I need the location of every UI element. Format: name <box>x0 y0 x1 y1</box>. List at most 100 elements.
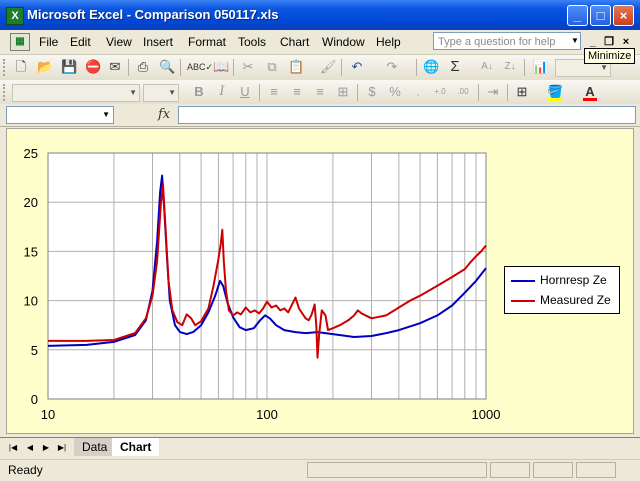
minimize-button[interactable]: _ <box>567 5 588 26</box>
currency-icon[interactable]: $ <box>364 84 380 100</box>
doc-close-button[interactable]: × <box>620 36 632 48</box>
toolbar-separator <box>180 59 181 76</box>
copy-icon[interactable]: ⧉ <box>264 59 280 75</box>
italic-icon[interactable]: I <box>214 84 230 100</box>
toolbar-separator <box>416 59 417 76</box>
align-center-icon[interactable]: ≡ <box>289 84 305 100</box>
decrease-decimal-icon[interactable]: .00 <box>455 84 471 100</box>
menu-help[interactable]: Help <box>376 35 401 49</box>
legend-entry: Hornresp Ze <box>511 273 607 287</box>
permission-icon[interactable]: ⛔ <box>85 59 101 75</box>
y-tick-label: 10 <box>24 294 38 309</box>
x-tick-label: 1000 <box>472 407 501 422</box>
doc-minimize-button[interactable]: _ <box>587 36 599 48</box>
excel-icon[interactable]: X <box>6 7 24 25</box>
merge-center-icon[interactable]: ⊞ <box>335 84 351 100</box>
toolbar-separator <box>128 59 129 76</box>
status-cell <box>490 462 530 478</box>
email-icon[interactable]: ✉ <box>107 59 123 75</box>
last-sheet-icon[interactable]: ▶| <box>56 442 68 454</box>
minimize-tooltip: Minimize <box>584 48 636 64</box>
align-right-icon[interactable]: ≡ <box>312 84 328 100</box>
research-icon[interactable]: 📖 <box>213 59 229 75</box>
sort-ascending-icon[interactable]: A↓ <box>479 59 495 75</box>
hyperlink-icon[interactable]: 🌐 <box>423 59 439 75</box>
format-painter-icon[interactable]: 🖌 <box>320 59 337 75</box>
bold-icon[interactable]: B <box>191 84 207 100</box>
increase-decimal-icon[interactable]: +.0 <box>432 84 448 100</box>
autosum-icon[interactable]: Σ <box>447 59 463 75</box>
menu-window[interactable]: Window <box>322 35 365 49</box>
font-size-combo[interactable]: ▼ <box>143 84 179 102</box>
comma-style-icon[interactable]: , <box>410 84 426 100</box>
fill-color-icon[interactable]: 🪣 <box>547 84 563 101</box>
toolbar-grip[interactable] <box>3 84 8 101</box>
font-name-combo[interactable]: ▼ <box>12 84 140 102</box>
fill-color-swatch <box>548 98 562 101</box>
paste-icon[interactable]: 📋 <box>288 59 304 75</box>
name-box[interactable]: ▼ <box>6 106 114 124</box>
status-cell <box>576 462 616 478</box>
spelling-icon[interactable]: ABC✓ <box>187 59 213 75</box>
indent-icon[interactable]: ⇥ <box>485 84 501 100</box>
align-left-icon[interactable]: ≡ <box>266 84 282 100</box>
borders-icon[interactable]: ⊞ <box>514 84 530 100</box>
title-bar: X Microsoft Excel - Comparison 050117.xl… <box>0 0 640 30</box>
formula-bar: ▼ fx <box>0 104 640 127</box>
chart-legend[interactable]: Hornresp Ze Measured Ze <box>504 266 620 314</box>
menu-file[interactable]: File <box>39 35 58 49</box>
menu-insert[interactable]: Insert <box>143 35 173 49</box>
formula-input[interactable] <box>178 106 636 124</box>
legend-entry: Measured Ze <box>511 293 611 307</box>
underline-icon[interactable]: U <box>237 84 253 100</box>
tab-chart[interactable]: Chart <box>112 438 160 456</box>
percent-icon[interactable]: % <box>387 84 403 100</box>
menu-format[interactable]: Format <box>188 35 226 49</box>
toolbar-separator <box>478 84 479 101</box>
close-button[interactable]: × <box>613 5 634 26</box>
legend-label: Hornresp Ze <box>540 273 607 287</box>
help-search-input[interactable]: Type a question for help <box>433 32 581 50</box>
toolbar-separator <box>259 84 260 101</box>
help-dropdown-icon[interactable]: ▼ <box>569 32 581 50</box>
tab-data[interactable]: Data <box>74 438 116 456</box>
legend-swatch <box>511 299 535 302</box>
next-sheet-icon[interactable]: ▶ <box>40 442 52 454</box>
sort-descending-icon[interactable]: Z↓ <box>502 59 518 75</box>
legend-swatch <box>511 279 535 282</box>
print-preview-icon[interactable]: 🔍 <box>159 59 175 75</box>
standard-toolbar: 🗋 📂 💾 ⛔ ✉ ⎙ 🔍 ABC✓ 📖 ✂ ⧉ 📋 🖌 ↶ ↷ 🌐 Σ A↓ … <box>0 55 640 81</box>
first-sheet-icon[interactable]: |◀ <box>7 442 19 454</box>
maximize-button[interactable]: □ <box>590 5 611 26</box>
open-icon[interactable]: 📂 <box>37 59 53 75</box>
sheet-tab-bar: |◀ ◀ ▶ ▶| Data Chart <box>0 437 640 458</box>
toolbar-separator <box>507 84 508 101</box>
font-color-icon[interactable]: A <box>582 84 598 101</box>
save-icon[interactable]: 💾 <box>61 59 77 75</box>
menu-edit[interactable]: Edit <box>70 35 91 49</box>
toolbar-separator <box>341 59 342 76</box>
new-icon[interactable]: 🗋 <box>13 59 29 75</box>
x-tick-label: 100 <box>256 407 278 422</box>
chart-wizard-icon[interactable]: 📊 <box>532 59 548 75</box>
undo-icon[interactable]: ↶ <box>349 59 365 75</box>
print-icon[interactable]: ⎙ <box>135 59 151 75</box>
toolbar-separator <box>524 59 525 76</box>
fx-icon[interactable]: fx <box>158 107 170 122</box>
x-tick-label: 10 <box>41 407 55 422</box>
cut-icon[interactable]: ✂ <box>240 59 256 75</box>
redo-icon[interactable]: ↷ <box>384 59 400 75</box>
document-icon[interactable]: ▦ <box>10 33 30 51</box>
y-tick-label: 20 <box>24 195 38 210</box>
menu-tools[interactable]: Tools <box>238 35 266 49</box>
menu-view[interactable]: View <box>106 35 132 49</box>
menu-chart[interactable]: Chart <box>280 35 309 49</box>
status-text: Ready <box>8 463 43 477</box>
chart-area[interactable]: 0 5 10 15 20 25 10 100 1000 Hornresp Ze Measured… <box>6 128 634 434</box>
formatting-toolbar: ▼ ▼ B I U ≡ ≡ ≡ ⊞ $ % , +.0 .00 ⇥ ⊞ 🪣 A <box>0 80 640 106</box>
window-title: Microsoft Excel - Comparison 050117.xls <box>27 7 279 22</box>
prev-sheet-icon[interactable]: ◀ <box>24 442 36 454</box>
doc-restore-button[interactable]: ❐ <box>603 36 615 48</box>
toolbar-grip[interactable] <box>3 59 8 76</box>
legend-label: Measured Ze <box>540 293 611 307</box>
